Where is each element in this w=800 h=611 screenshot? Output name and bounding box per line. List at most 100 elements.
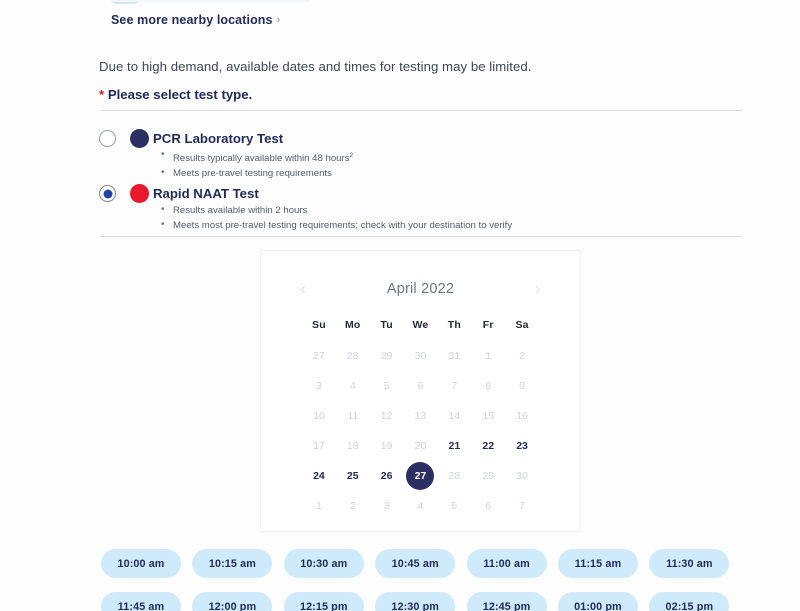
required-asterisk: * (99, 87, 105, 102)
nearby-link-label: See more nearby locations (111, 13, 273, 27)
time-slot-list: 10:00 am 10:15 am 10:30 am 10:45 am 11:00 am… (101, 549, 741, 611)
time-slot-button[interactable]: 11:15 am (557, 549, 638, 578)
partial-card-edge (110, 0, 310, 2)
calendar-day-label: 27 (414, 470, 427, 482)
calendar-day-label: 14 (448, 410, 461, 422)
calendar-dow-we: We (412, 319, 429, 331)
divider-top (100, 110, 742, 111)
calendar-day-label: 4 (417, 500, 424, 512)
calendar-day-label: 3 (316, 380, 322, 392)
calendar-day-label: 4 (349, 380, 356, 392)
calendar-day-label: 1 (485, 350, 492, 362)
calendar-day-label: 22 (482, 440, 495, 452)
time-slot-button[interactable]: 10:15 am (192, 549, 273, 578)
calendar-day-label: 26 (380, 470, 393, 482)
calendar-day-30: 30 (404, 341, 438, 371)
calendar-day-6: 6 (471, 491, 505, 521)
time-slot-button[interactable]: 12:00 pm (192, 592, 273, 611)
calendar-day-label: 31 (448, 350, 461, 362)
list-item: Meets most pre-travel testing requiremen… (161, 217, 512, 233)
time-slot-button[interactable]: 10:00 am (101, 549, 181, 578)
time-slot-button[interactable]: 02:15 pm (649, 592, 730, 611)
calendar-day-27[interactable]: 27 (404, 461, 438, 491)
calendar-day-30: 30 (505, 461, 539, 491)
calendar-dow-mo: Mo (344, 319, 361, 331)
calendar-day-8: 8 (471, 371, 505, 401)
calendar-day-23[interactable]: 23 (505, 431, 539, 461)
calendar-day-label: 5 (383, 380, 390, 392)
calendar-day-16: 16 (505, 401, 539, 431)
calendar-day-2: 2 (505, 341, 539, 371)
bullet-text: Results typically available within 48 ho… (173, 153, 350, 165)
calendar-day-13: 13 (404, 401, 438, 431)
calendar-day-7: 7 (505, 491, 539, 521)
radio-pcr-laboratory-test[interactable] (99, 130, 116, 147)
calendar-day-22[interactable]: 22 (471, 431, 505, 461)
calendar-day-label: 8 (485, 380, 492, 392)
time-slot-button[interactable]: 10:30 am (283, 549, 364, 578)
calendar-dow-fr: Fr (482, 319, 494, 331)
calendar-day-18: 18 (336, 431, 370, 461)
time-slot-button[interactable]: 10:45 am (375, 549, 456, 578)
calendar-day-label: 23 (516, 440, 528, 452)
calendar-day-label: 20 (414, 440, 427, 452)
calendar-day-headers: Su Mo Tu We Th Fr Sa (261, 319, 580, 331)
test-type-bullets-rapid-naat: Results available within 2 hours Meets m… (161, 202, 512, 233)
calendar-day-5: 5 (370, 371, 404, 401)
calendar-day-label: 11 (347, 410, 359, 422)
calendar-day-14: 14 (437, 401, 471, 431)
calendar-day-4: 4 (336, 371, 370, 401)
calendar-day-label: 24 (313, 470, 325, 482)
test-type-bullets-pcr: Results typically available within 48 ho… (161, 147, 354, 181)
calendar-day-11: 11 (336, 401, 370, 431)
calendar-day-9: 9 (505, 371, 539, 401)
calendar-day-24[interactable]: 24 (302, 461, 336, 491)
list-item: Results typically available within 48 ho… (161, 147, 354, 166)
calendar-dow-tu: Tu (380, 319, 393, 331)
select-test-type-text: Please select test type. (107, 87, 253, 102)
calendar-day-label: 30 (414, 350, 427, 362)
calendar-day-label: 15 (482, 410, 495, 422)
calendar-day-label: 3 (383, 500, 390, 512)
calendar-day-label: 2 (519, 350, 525, 362)
calendar-day-label: 6 (485, 500, 492, 512)
color-swatch-rapid-naat (130, 184, 149, 203)
time-slot-button[interactable]: 01:00 pm (557, 592, 638, 611)
chevron-right-icon[interactable]: › (534, 279, 542, 299)
calendar-day-25[interactable]: 25 (336, 461, 370, 491)
radio-rapid-naat-test[interactable] (99, 185, 116, 202)
calendar-day-label: 25 (346, 470, 359, 482)
calendar-day-label: 29 (482, 470, 495, 482)
calendar-day-17: 17 (302, 431, 336, 461)
appointment-scheduler-page: See more nearby locations › Due to high … (0, 0, 800, 611)
time-slot-button[interactable]: 12:15 pm (283, 592, 364, 611)
calendar-day-21[interactable]: 21 (437, 431, 471, 461)
calendar-day-15: 15 (471, 401, 505, 431)
calendar-day-1: 1 (471, 341, 505, 371)
calendar-day-28: 28 (437, 461, 471, 491)
list-item: Results available within 2 hours (161, 202, 512, 218)
time-slot-button[interactable]: 12:45 pm (466, 592, 547, 611)
calendar-day-label: 10 (313, 410, 325, 422)
calendar-day-label: 13 (414, 410, 427, 422)
time-slot-button[interactable]: 11:45 am (101, 592, 181, 611)
calendar-day-26[interactable]: 26 (370, 461, 404, 491)
calendar-dow-sa: Sa (515, 319, 529, 331)
calendar-day-label: 16 (516, 410, 528, 422)
calendar-day-29: 29 (471, 461, 505, 491)
calendar-day-label: 30 (516, 470, 528, 482)
see-more-nearby-locations-link[interactable]: See more nearby locations › (111, 13, 280, 27)
calendar-day-label: 19 (380, 440, 393, 452)
calendar-day-label: 7 (519, 500, 525, 512)
calendar-day-20: 20 (404, 431, 438, 461)
footnote-marker: 2 (349, 152, 354, 159)
calendar-day-label: 9 (519, 380, 525, 392)
calendar-day-19: 19 (370, 431, 404, 461)
chevron-right-icon: › (276, 14, 281, 26)
time-slot-button[interactable]: 12:30 pm (375, 592, 456, 611)
calendar-day-2: 2 (336, 491, 370, 521)
chevron-left-icon[interactable]: ‹ (299, 279, 307, 299)
time-slot-button[interactable]: 11:00 am (466, 549, 547, 578)
time-slot-button[interactable]: 11:30 am (649, 549, 730, 578)
calendar-dow-th: Th (447, 319, 461, 331)
